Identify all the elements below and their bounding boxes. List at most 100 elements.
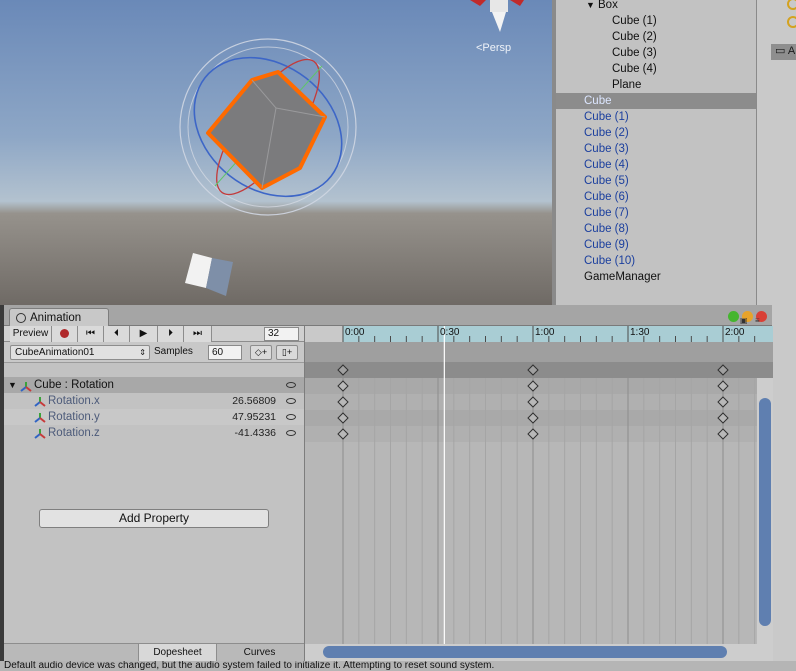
hierarchy-item[interactable]: Cube (6) [556, 189, 756, 205]
project-favorite-icon[interactable] [787, 0, 796, 10]
play-button[interactable]: ▶ [130, 326, 158, 342]
hierarchy-item-label: Cube (3) [612, 47, 657, 59]
animation-tab-bar: Animation ▣ ≡ [4, 305, 772, 327]
summary-lane[interactable] [305, 362, 773, 378]
add-event-button[interactable]: ▯+ [276, 345, 298, 360]
dopesheet-tab[interactable]: Dopesheet [138, 644, 216, 662]
hierarchy-item[interactable]: GameManager [556, 269, 756, 285]
hierarchy-item[interactable]: Cube (2) [556, 29, 756, 45]
next-keyframe-button[interactable]: ⏵ [158, 326, 184, 342]
property-lane[interactable] [305, 378, 773, 394]
property-value[interactable]: -41.4336 [235, 425, 276, 441]
clip-name: CubeAnimation01 [15, 347, 95, 358]
eye-icon[interactable] [286, 398, 296, 404]
expand-arrow-icon[interactable]: ▼ [8, 377, 17, 393]
timeline-label: 1:30 [630, 327, 650, 338]
hierarchy-item-label: Cube (2) [612, 31, 657, 43]
samples-field[interactable]: 60 [208, 345, 242, 360]
hierarchy-item[interactable]: Cube (1) [556, 13, 756, 29]
time-ruler-offset [305, 326, 343, 342]
add-keyframe-button[interactable]: ◇+ [250, 345, 272, 360]
record-button[interactable] [52, 326, 78, 342]
dopesheet-canvas [305, 326, 773, 661]
hierarchy-item[interactable]: Cube (3) [556, 141, 756, 157]
add-property-button[interactable]: Add Property [39, 509, 269, 528]
clip-dropdown[interactable]: CubeAnimation01 ⇕ [10, 345, 150, 360]
property-value[interactable]: 26.56809 [232, 393, 276, 409]
timeline-label: 2:00 [725, 327, 745, 338]
hierarchy-item[interactable]: Cube (5) [556, 173, 756, 189]
animation-tab[interactable]: Animation [9, 308, 109, 327]
view-gizmo-cone[interactable] [490, 0, 508, 12]
property-lane[interactable] [305, 394, 773, 410]
property-group-row[interactable]: ▼ Cube : Rotation [4, 377, 304, 393]
projection-label[interactable]: <Persp [476, 42, 511, 54]
skip-back-icon: ⏮ [86, 328, 95, 339]
timeline-label: 0:30 [440, 327, 460, 338]
rotation-icon [20, 381, 32, 392]
hierarchy-item[interactable]: Cube (2) [556, 125, 756, 141]
hierarchy-item-label: Cube (4) [584, 159, 629, 171]
property-row[interactable]: Rotation.y 47.95231 [4, 409, 304, 425]
folder-icon: ▭ [775, 45, 786, 57]
hierarchy-item[interactable]: Cube (4) [556, 157, 756, 173]
current-frame-field[interactable]: 32 [264, 327, 299, 341]
selected-cube[interactable] [206, 70, 327, 190]
horizontal-scrollbar-thumb[interactable] [323, 646, 727, 658]
view-gizmo-down-cone[interactable] [492, 12, 506, 32]
dopesheet-timeline[interactable]: 0:00 0:30 1:00 1:30 2:00 [304, 326, 773, 661]
property-row[interactable]: Rotation.x 26.56809 [4, 393, 304, 409]
property-group-label: Cube : Rotation [34, 379, 114, 391]
expand-arrow-icon[interactable]: ▼ [586, 0, 595, 13]
first-keyframe-button[interactable]: ⏮ [78, 326, 104, 342]
hierarchy-item-label: Cube (8) [584, 223, 629, 235]
hierarchy-item[interactable]: Cube (9) [556, 237, 756, 253]
hierarchy-item-label: Cube (4) [612, 63, 657, 75]
hierarchy-item[interactable]: Plane [556, 77, 756, 93]
project-favorite-icon[interactable] [787, 16, 796, 28]
previous-keyframe-button[interactable]: ⏴ [104, 326, 130, 342]
clock-icon [16, 313, 26, 323]
hierarchy-item[interactable]: Cube (4) [556, 61, 756, 77]
hierarchy-item[interactable]: Cube (10) [556, 253, 756, 269]
hierarchy-item-label: Cube (9) [584, 239, 629, 251]
preview-button[interactable]: Preview [10, 326, 52, 342]
hierarchy-item[interactable]: Cube [556, 93, 756, 109]
property-value[interactable]: 47.95231 [232, 409, 276, 425]
animation-tab-label: Animation [30, 312, 82, 324]
view-gizmo-red-cone[interactable] [510, 0, 524, 6]
event-lane[interactable] [305, 342, 773, 362]
hierarchy-item-label: Cube (5) [584, 175, 629, 187]
hierarchy-item-label: Plane [612, 79, 642, 91]
eye-icon[interactable] [286, 382, 296, 388]
hierarchy-item-label: Cube (6) [584, 191, 629, 203]
eye-icon[interactable] [286, 414, 296, 420]
last-keyframe-button[interactable]: ⏭ [184, 326, 212, 342]
play-icon: ▶ [139, 328, 148, 339]
property-lane[interactable] [305, 410, 773, 426]
status-bar[interactable]: Default audio device was changed, but th… [0, 661, 796, 671]
step-back-icon: ⏴ [114, 328, 119, 339]
curves-tab[interactable]: Curves [216, 644, 302, 662]
hierarchy-item[interactable]: ▼ Box [556, 0, 756, 13]
hierarchy-item-label: GameManager [584, 271, 661, 283]
maximize-button[interactable] [728, 311, 739, 322]
property-row[interactable]: Rotation.z -41.4336 [4, 425, 304, 441]
hierarchy-item[interactable]: Cube (1) [556, 109, 756, 125]
folder-label: A [787, 45, 796, 57]
hierarchy-item[interactable]: Cube (7) [556, 205, 756, 221]
hierarchy-item-label: Cube (1) [584, 111, 629, 123]
view-gizmo-x-cone[interactable] [470, 0, 486, 6]
eye-icon[interactable] [286, 430, 296, 436]
scene-view[interactable]: <Persp [0, 0, 552, 305]
lock-icon[interactable]: ▣ [740, 316, 748, 325]
vertical-scrollbar-thumb[interactable] [759, 398, 771, 626]
samples-label: Samples [154, 346, 193, 357]
hierarchy-item[interactable]: Cube (8) [556, 221, 756, 237]
hierarchy-item[interactable]: Cube (3) [556, 45, 756, 61]
property-lane[interactable] [305, 426, 773, 442]
hierarchy-item-label: Cube (7) [584, 207, 629, 219]
project-folder-row[interactable]: ▭ A [771, 44, 796, 60]
step-forward-icon: ⏵ [168, 328, 173, 339]
panel-menu-icon[interactable]: ≡ [755, 316, 760, 325]
